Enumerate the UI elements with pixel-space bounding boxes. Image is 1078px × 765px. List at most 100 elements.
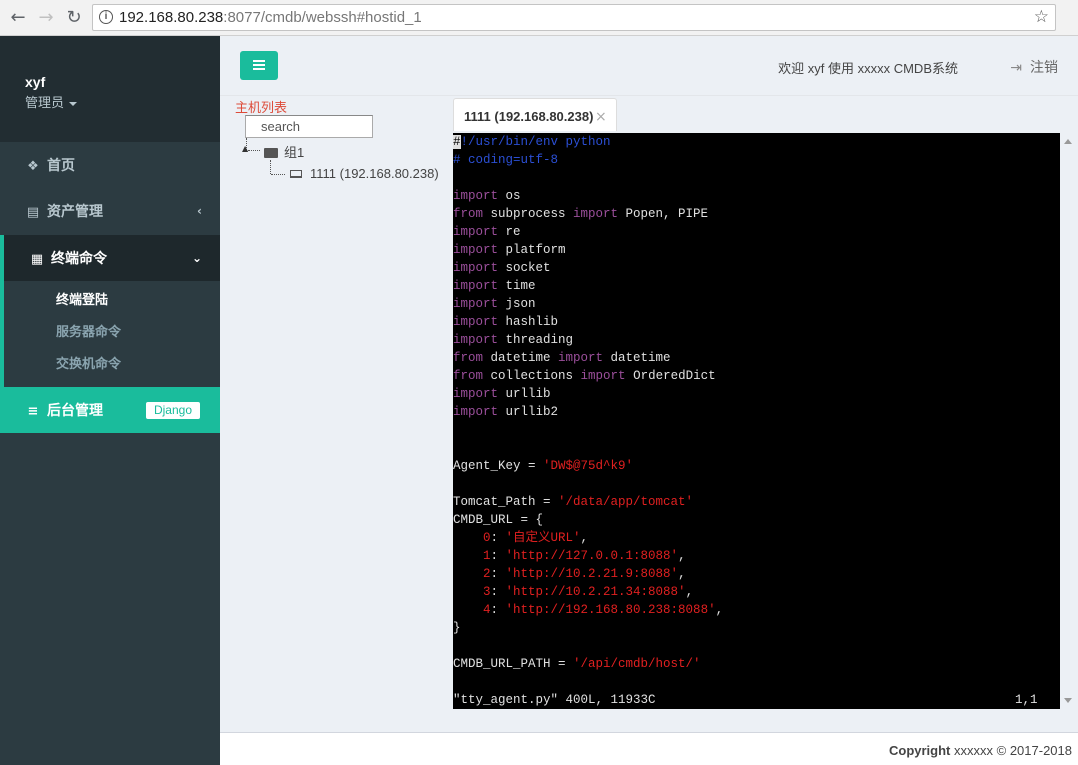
terminal-token: !/usr/bin/env python (460, 135, 611, 149)
terminal-token: from (453, 351, 484, 365)
terminal-token: os (498, 189, 521, 203)
terminal-token: from (453, 207, 484, 221)
sidebar-item-home[interactable]: ❖ 首页 (0, 142, 220, 188)
user-role-label: 管理员 (25, 95, 65, 110)
terminal-token: import (453, 297, 499, 311)
copyright-text: Copyright xxxxxx © 2017-2018 (889, 743, 1072, 758)
terminal-token: : (490, 549, 506, 563)
terminal-token: import (453, 315, 499, 329)
forward-icon[interactable]: → (34, 6, 58, 30)
terminal-token: 'http://127.0.0.1:8088' (505, 549, 679, 563)
terminal-token: 'http://192.168.80.238:8088' (505, 603, 716, 617)
submenu-item-switch-command[interactable]: 交换机命令 (56, 353, 121, 372)
terminal-line: import time (453, 277, 536, 295)
tree-node-group[interactable]: 组1 (264, 142, 304, 161)
terminal-line: import os (453, 187, 521, 205)
server-icon: ▤ (26, 205, 40, 220)
copyright-label: Copyright (889, 743, 951, 758)
url-host: 192.168.80.238 (119, 9, 224, 26)
tree-group-label: 组1 (284, 145, 305, 160)
terminal-token: import (453, 387, 499, 401)
terminal-token: json (498, 297, 536, 311)
sidebar-item-terminal[interactable]: ▦ 终端命令 ⌄ (0, 235, 220, 281)
terminal-line: import urllib (453, 385, 551, 403)
terminal-token: , (678, 567, 686, 581)
terminal-token: urllib2 (498, 405, 559, 419)
sidebar-toggle-button[interactable] (240, 51, 278, 80)
sidebar-item-assets[interactable]: ▤ 资产管理 ‹ (0, 188, 220, 234)
terminal-line: from collections import OrderedDict (453, 367, 716, 385)
calendar-icon: ▦ (30, 252, 44, 267)
terminal-token: : (490, 585, 506, 599)
terminal-token: 1 (453, 549, 491, 563)
terminal-line: 4: 'http://192.168.80.238:8088', (453, 601, 723, 619)
terminal-line: Tomcat_Path = '/data/app/tomcat' (453, 493, 693, 511)
terminal-token: platform (498, 243, 566, 257)
terminal-token: import (453, 189, 499, 203)
submenu-item-terminal-login[interactable]: 终端登陆 (56, 289, 108, 308)
address-bar[interactable]: i 192.168.80.238:8077/cmdb/webssh#hostid… (92, 4, 1056, 31)
sign-out-icon: ⇥ (1010, 60, 1022, 76)
terminal-line: 2: 'http://10.2.21.9:8088', (453, 565, 686, 583)
terminal-token: 'http://10.2.21.9:8088' (505, 567, 679, 581)
main-content: 主机列表 ▲ 组1 1111 (192.168.80.238) 1111 (19… (220, 96, 1078, 732)
terminal-token: '/data/app/tomcat' (558, 495, 694, 509)
sidebar: xyf 管理员 ❖ 首页 ▤ 资产管理 ‹ ▦ 终端命令 ⌄ 终端登陆 服务器命令 交… (0, 36, 220, 765)
terminal-line: import socket (453, 259, 551, 277)
terminal-token: '自定义URL' (505, 531, 581, 545)
terminal-token: import (573, 207, 619, 221)
user-role-dropdown[interactable]: 管理员 (25, 92, 78, 111)
terminal-line: CMDB_URL_PATH = '/api/cmdb/host/' (453, 655, 701, 673)
terminal-token: Agent_Key = (453, 459, 544, 473)
laptop-icon (290, 170, 302, 178)
terminal-token: : (490, 531, 506, 545)
terminal-token: time (498, 279, 536, 293)
terminal-token: threading (498, 333, 574, 347)
submenu-item-server-command[interactable]: 服务器命令 (56, 321, 121, 340)
terminal-line: import hashlib (453, 313, 558, 331)
ssh-terminal[interactable]: #!/usr/bin/env python # coding=utf-8 impor… (453, 133, 1060, 709)
sidebar-item-admin[interactable]: ≡ 后台管理 Django (0, 387, 220, 433)
terminal-line: 1: 'http://127.0.0.1:8088', (453, 547, 686, 565)
terminal-token: Popen, PIPE (618, 207, 709, 221)
terminal-submenu: 终端登陆 服务器命令 交换机命令 (0, 281, 220, 387)
terminal-token: import (453, 333, 499, 347)
terminal-token: 2 (453, 567, 491, 581)
terminal-tab[interactable]: 1111 (192.168.80.238) × (453, 98, 617, 131)
terminal-line: 0: '自定义URL', (453, 529, 588, 547)
info-icon[interactable]: i (99, 10, 113, 24)
reload-icon[interactable]: ↻ (62, 6, 86, 30)
logout-button[interactable]: ⇥ 注销 (1010, 57, 1058, 77)
close-icon[interactable]: × (595, 109, 607, 125)
url-path: :8077/cmdb/webssh#hostid_1 (223, 9, 422, 26)
bookmark-star-icon[interactable]: ☆ (1034, 5, 1049, 30)
chevron-down-icon: ⌄ (191, 251, 202, 265)
terminal-token: 4 (453, 603, 491, 617)
terminal-token: } (453, 621, 461, 635)
terminal-line: import re (453, 223, 521, 241)
user-panel: xyf 管理员 (0, 36, 220, 142)
welcome-text: 欢迎 xyf 使用 xxxxx CMDB系统 (778, 61, 958, 76)
vim-status-line: "tty_agent.py" 400L, 11933C (453, 693, 656, 707)
terminal-line: import urllib2 (453, 403, 558, 421)
back-icon[interactable]: ← (6, 6, 30, 30)
scroll-up-icon[interactable] (1064, 139, 1072, 144)
terminal-token: socket (498, 261, 551, 275)
browser-toolbar: ← → ↻ i 192.168.80.238:8077/cmdb/webssh#… (0, 0, 1078, 36)
footer: Copyright xxxxxx © 2017-2018 (220, 732, 1078, 765)
terminal-token: re (498, 225, 521, 239)
copyright-rest: xxxxxx © 2017-2018 (954, 743, 1072, 758)
terminal-line: Agent_Key = 'DW$@75d^k9' (453, 457, 633, 475)
terminal-token: : (490, 567, 506, 581)
host-search-input[interactable] (245, 115, 373, 138)
terminal-token: import (558, 351, 604, 365)
tree-collapse-icon[interactable]: ▲ (242, 144, 248, 153)
sidebar-item-label: 首页 (47, 157, 75, 173)
terminal-scrollbar[interactable] (1060, 133, 1078, 709)
tree-node-host[interactable]: 1111 (192.168.80.238) (290, 166, 439, 181)
terminal-token: import (453, 243, 499, 257)
terminal-line: 3: 'http://10.2.21.34:8088', (453, 583, 693, 601)
terminal-token: Tomcat_Path = (453, 495, 559, 509)
terminal-token: CMDB_URL = { (453, 513, 544, 527)
scroll-down-icon[interactable] (1064, 698, 1072, 703)
